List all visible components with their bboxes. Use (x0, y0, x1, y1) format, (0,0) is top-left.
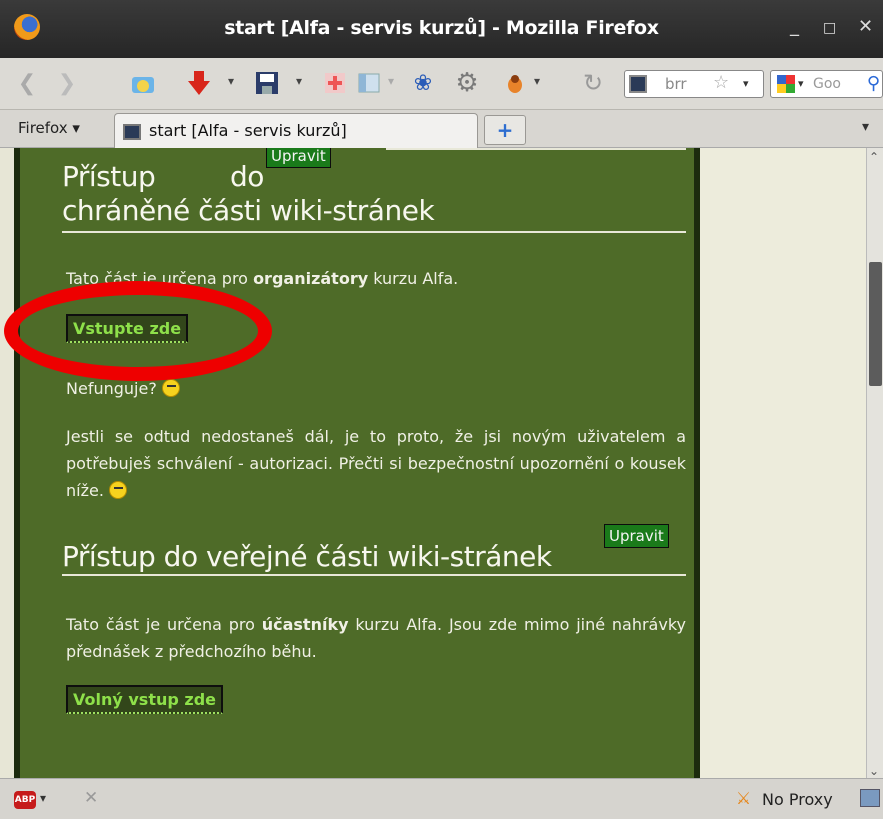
adblock-dropdown-icon[interactable]: ▾ (40, 791, 46, 805)
section2-intro-prefix: Tato část je určena pro (66, 615, 255, 634)
section2-heading: Přístup do veřejné části wiki-stránek (62, 540, 552, 573)
not-working-label: Nefunguje? (66, 379, 157, 398)
google-engine-icon[interactable] (777, 75, 795, 93)
save-icon[interactable] (252, 68, 282, 98)
url-bar[interactable]: brr ☆ ▾ (624, 70, 764, 98)
bookmark-add-icon[interactable] (320, 68, 350, 98)
search-bar[interactable]: ▾ Goo ⚲ (770, 70, 883, 98)
section1-intro-bold: organizátory (253, 269, 369, 288)
tab-start[interactable]: start [Alfa - servis kurzů] (114, 113, 478, 148)
search-icon[interactable]: ⚲ (867, 73, 880, 94)
section1-heading-part-b: do (230, 160, 264, 193)
tab-label: start [Alfa - servis kurzů] (149, 121, 347, 140)
addon-swirl-icon[interactable]: ❀ (408, 68, 438, 98)
forward-icon[interactable]: ❯ (52, 68, 82, 98)
download-dropdown-icon[interactable]: ▾ (228, 74, 234, 88)
site-favicon-icon (629, 75, 647, 93)
close-button[interactable]: ✕ (858, 16, 873, 37)
url-history-dropdown-icon[interactable]: ▾ (743, 77, 749, 90)
navigation-toolbar: ❮ ❯ ▾ ▾ ▾ ❀ ⚙ ▾ ↻ brr ☆ ▾ ▾ Goo ⚲ (0, 58, 883, 110)
tab-list-chevron-icon[interactable]: ▾ (862, 119, 869, 135)
sidebar-icon[interactable] (354, 68, 384, 98)
vertical-scrollbar[interactable]: ⌃ ⌄ (866, 148, 883, 778)
tab-favicon-icon (123, 124, 141, 140)
search-input[interactable]: Goo (813, 76, 841, 92)
top-divider (386, 148, 686, 150)
section1-explain-text: Jestli se odtud nedostaneš dál, je to pr… (66, 427, 686, 500)
back-icon[interactable]: ❮ (12, 68, 42, 98)
edit-button-section2[interactable]: Upravit (604, 524, 669, 548)
maximize-button[interactable]: □ (823, 20, 836, 36)
proxy-status[interactable]: No Proxy (762, 790, 833, 809)
adblock-icon[interactable]: ABP (14, 791, 36, 809)
save-dropdown-icon[interactable]: ▾ (296, 74, 302, 88)
url-text[interactable]: brr (665, 75, 687, 93)
search-engine-dropdown-icon[interactable]: ▾ (798, 77, 804, 90)
section1-intro-suffix: kurzu Alfa. (373, 269, 459, 288)
window-title: start [Alfa - servis kurzů] - Mozilla Fi… (224, 17, 659, 39)
status-bar: ABP ▾ ✕ ⚔ No Proxy (0, 778, 883, 819)
page-margin (0, 148, 14, 778)
edit-button-section1[interactable]: Upravit (266, 148, 331, 168)
sad-face-icon (161, 379, 180, 397)
firefox-menu-button[interactable]: Firefox ▾ (18, 119, 80, 137)
section1-underline (62, 231, 686, 233)
scroll-down-icon[interactable]: ⌄ (869, 764, 879, 778)
red-annotation-ellipse (4, 281, 272, 381)
page-content: Upravit Přístup do chráněné části wiki-s… (0, 148, 866, 778)
new-tab-button[interactable]: + (484, 115, 526, 145)
section1-heading-line2: chráněné části wiki-stránek (62, 194, 435, 227)
minimize-button[interactable]: _ (790, 16, 799, 37)
home-icon[interactable] (128, 68, 158, 98)
section1-heading-part-a: Přístup (62, 160, 156, 193)
bookmark-star-icon[interactable]: ☆ (713, 72, 729, 93)
close-x-icon[interactable]: ✕ (84, 788, 98, 808)
green-panel: Upravit Přístup do chráněné části wiki-s… (14, 148, 700, 778)
scrollbar-thumb[interactable] (869, 262, 882, 386)
tab-bar: Firefox ▾ start [Alfa - servis kurzů] + … (0, 110, 883, 148)
firebug-icon[interactable] (500, 68, 530, 98)
section2-underline (62, 574, 686, 576)
wink-face-icon (109, 481, 128, 499)
settings-gear-icon[interactable]: ⚙ (452, 68, 482, 98)
proxy-icon[interactable]: ⚔ (736, 789, 751, 809)
window-titlebar: start [Alfa - servis kurzů] - Mozilla Fi… (0, 0, 883, 58)
reload-icon[interactable]: ↻ (578, 68, 608, 98)
section1-explain: Jestli se odtud nedostaneš dál, je to pr… (66, 423, 686, 504)
section2-intro: Tato část je určena pro účastníky kurzu … (66, 611, 686, 665)
section2-intro-bold: účastníky (261, 615, 349, 634)
download-icon[interactable] (184, 68, 214, 98)
scroll-up-icon[interactable]: ⌃ (869, 150, 879, 164)
enter-public-button[interactable]: Volný vstup zde (66, 685, 224, 714)
sidebar-dropdown-icon[interactable]: ▾ (388, 74, 394, 88)
firebug-dropdown-icon[interactable]: ▾ (534, 74, 540, 88)
network-icon[interactable] (860, 789, 880, 807)
